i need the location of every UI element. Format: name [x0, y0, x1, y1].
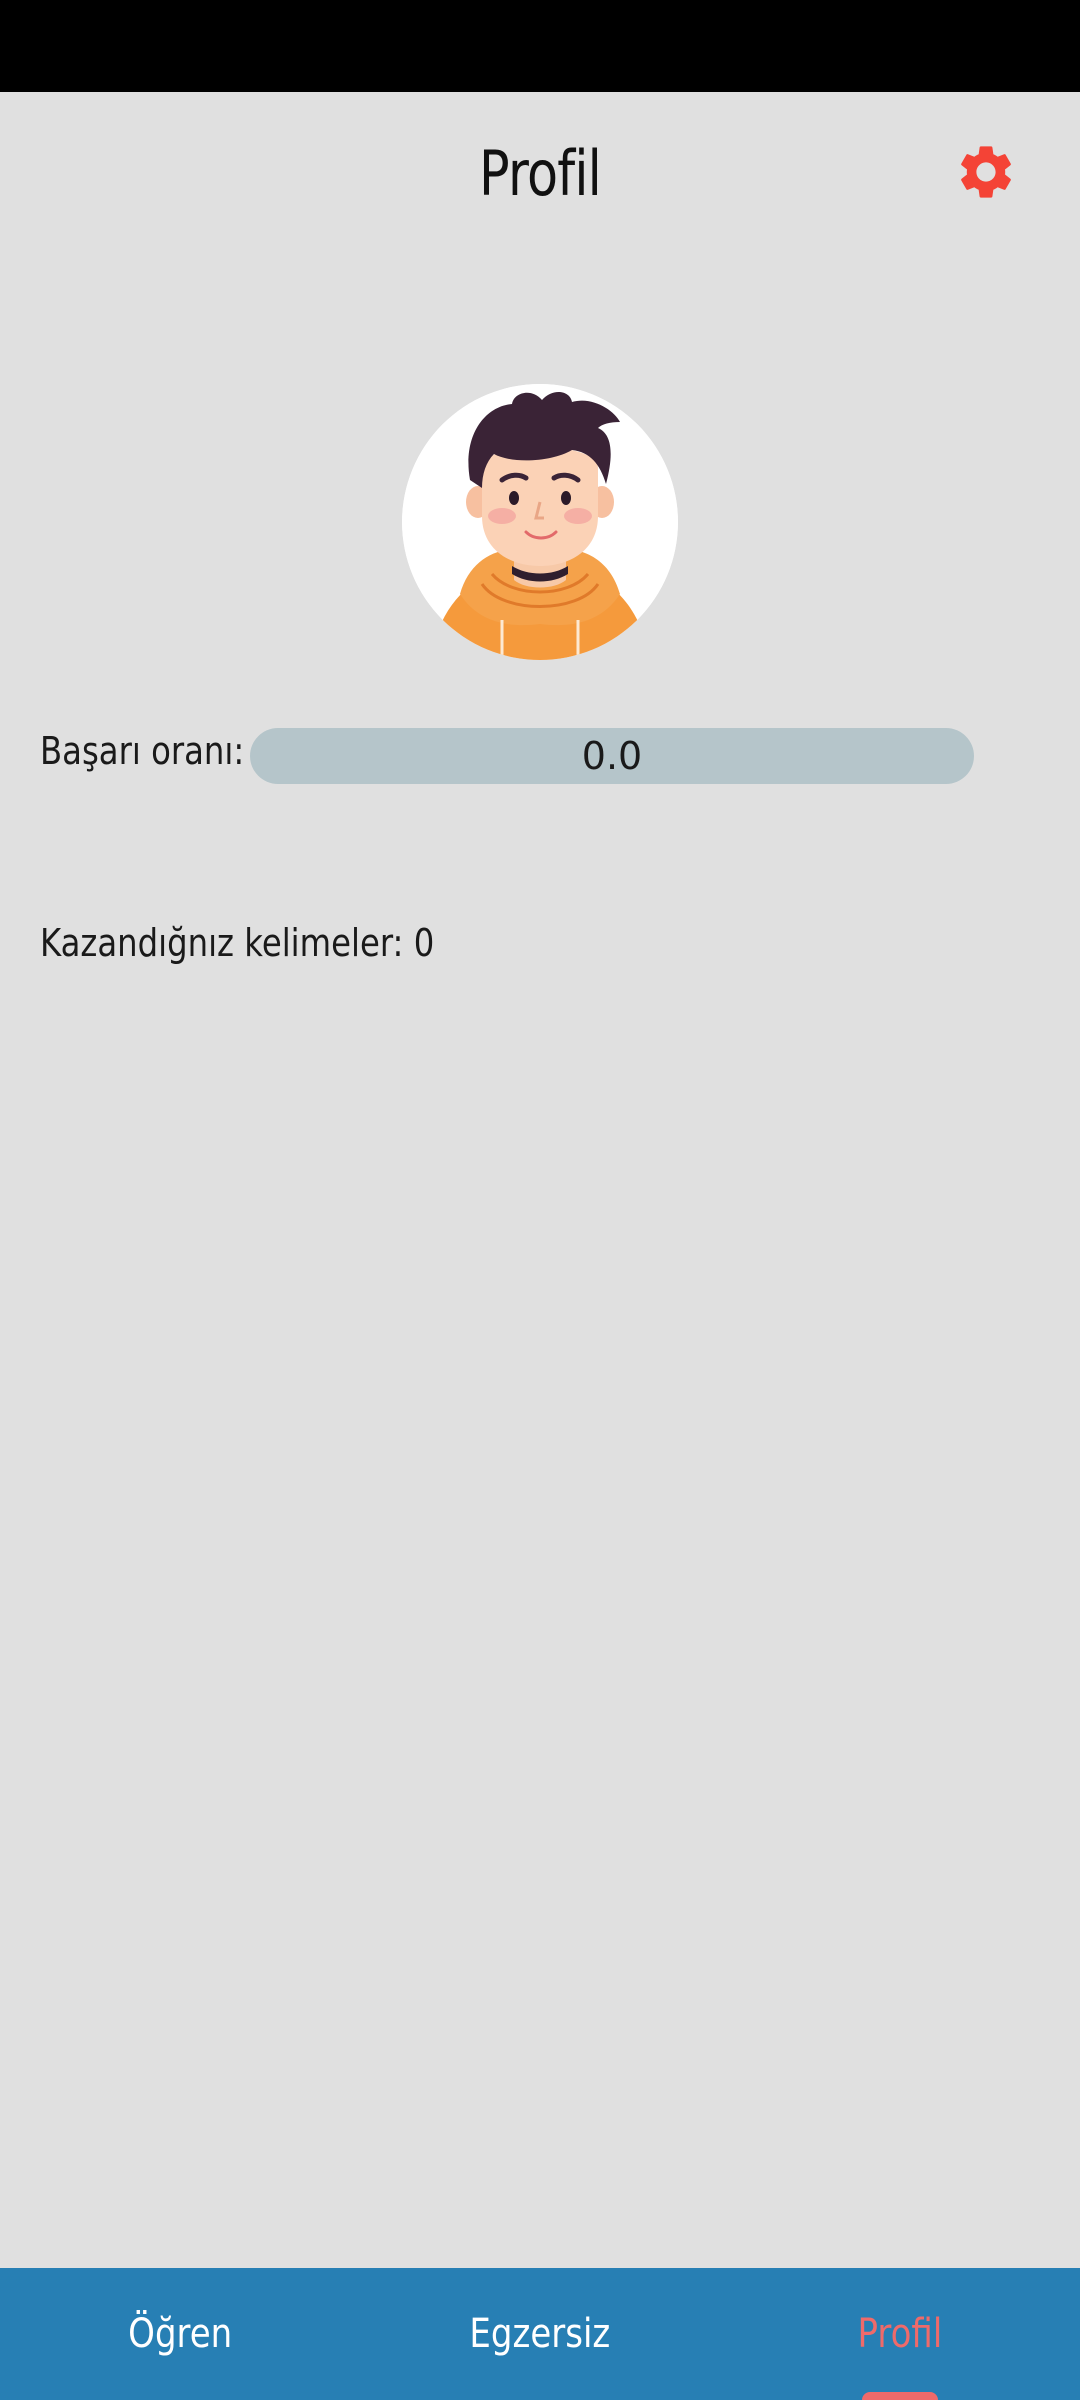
- success-rate-bar: 0.0: [250, 728, 974, 784]
- tab-profile-label: Profil: [857, 2311, 943, 2357]
- active-tab-indicator: [862, 2392, 938, 2400]
- profile-screen: Profil Başarı oranı: 0.0 Kazandığnız kel…: [0, 92, 1080, 2268]
- tab-exercise[interactable]: Egzersiz: [360, 2268, 720, 2400]
- gear-icon: [961, 146, 1011, 198]
- tab-exercise-label: Egzersiz: [469, 2311, 611, 2357]
- status-bar: [0, 0, 1080, 92]
- tab-learn-label: Öğren: [127, 2311, 233, 2357]
- success-rate-label: Başarı oranı:: [40, 729, 245, 773]
- tab-learn[interactable]: Öğren: [0, 2268, 360, 2400]
- bottom-navigation: Öğren Egzersiz Profil: [0, 2268, 1080, 2400]
- settings-button[interactable]: [950, 136, 1022, 208]
- won-words-count: Kazandığnız kelimeler: 0: [40, 921, 435, 965]
- tab-profile[interactable]: Profil: [720, 2268, 1080, 2400]
- success-rate-value: 0.0: [581, 734, 643, 778]
- user-avatar-illustration: [402, 384, 678, 660]
- avatar: [402, 384, 678, 660]
- page-title: Profil: [479, 137, 602, 210]
